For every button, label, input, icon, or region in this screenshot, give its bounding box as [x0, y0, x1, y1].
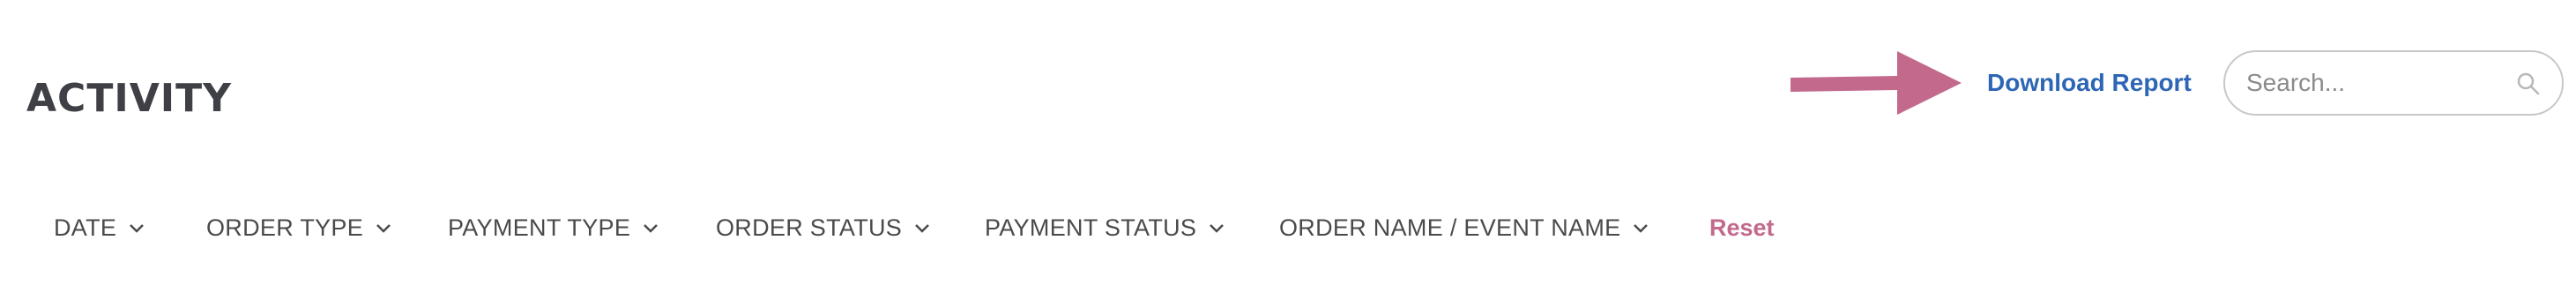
filter-order-status[interactable]: ORDER STATUS — [716, 210, 930, 245]
chevron-down-icon — [376, 224, 391, 233]
filter-label: ORDER TYPE — [206, 214, 364, 241]
filter-label: DATE — [54, 214, 117, 241]
filter-label: ORDER NAME / EVENT NAME — [1279, 214, 1621, 241]
page-title: ACTIVITY — [26, 76, 233, 121]
download-report-link[interactable]: Download Report — [1987, 65, 2192, 101]
filter-payment-type[interactable]: PAYMENT TYPE — [448, 210, 659, 245]
search-box[interactable] — [2223, 50, 2564, 116]
chevron-down-icon — [1210, 224, 1225, 233]
chevron-down-icon — [1634, 224, 1649, 233]
arrow-right-icon — [1791, 51, 1962, 115]
filter-payment-status[interactable]: PAYMENT STATUS — [985, 210, 1225, 245]
chevron-down-icon — [130, 224, 145, 233]
filter-order-name-event-name[interactable]: ORDER NAME / EVENT NAME — [1279, 210, 1649, 245]
filter-label: PAYMENT TYPE — [448, 214, 631, 241]
filter-label: PAYMENT STATUS — [985, 214, 1197, 241]
filter-label: ORDER STATUS — [716, 214, 903, 241]
filter-order-type[interactable]: ORDER TYPE — [206, 210, 391, 245]
filter-date[interactable]: DATE — [54, 210, 145, 245]
search-icon[interactable] — [2516, 71, 2541, 96]
reset-link[interactable]: Reset — [1709, 210, 1775, 245]
chevron-down-icon — [644, 224, 659, 233]
search-input[interactable] — [2246, 63, 2502, 103]
chevron-down-icon — [915, 224, 930, 233]
